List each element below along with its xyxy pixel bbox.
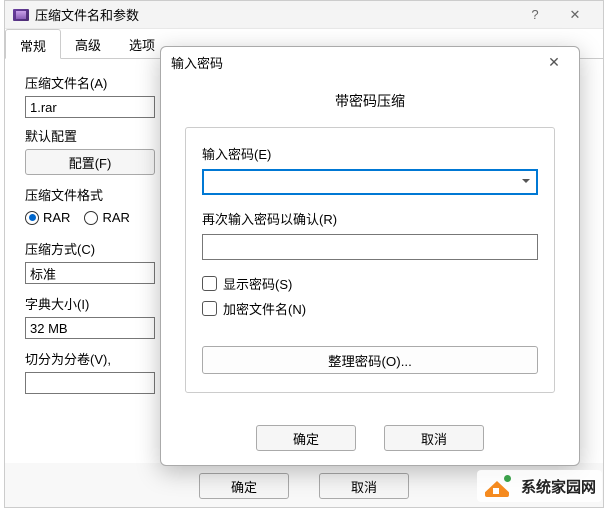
- dict-combo[interactable]: 32 MB: [25, 317, 155, 339]
- main-titlebar: 压缩文件名和参数 ? ✕: [5, 1, 603, 29]
- dict-value: 32 MB: [30, 321, 68, 336]
- pw-close-button[interactable]: ✕: [539, 54, 569, 71]
- organize-passwords-button[interactable]: 整理密码(O)...: [202, 346, 538, 374]
- pw-button-row: 确定 取消: [161, 413, 579, 465]
- main-close-button[interactable]: ✕: [555, 7, 595, 23]
- radio-icon: [25, 211, 39, 225]
- profile-button[interactable]: 配置(F): [25, 149, 155, 175]
- radio-icon: [84, 211, 98, 225]
- pw-body: 带密码压缩 输入密码(E) 再次输入密码以确认(R) 显示密码(S) 加密文件名…: [161, 77, 579, 413]
- pw-confirm-label: 再次输入密码以确认(R): [202, 209, 538, 228]
- format-rar-option[interactable]: RAR: [25, 210, 70, 225]
- main-ok-button[interactable]: 确定: [199, 473, 289, 499]
- pw-titlebar: 输入密码 ✕: [161, 47, 579, 77]
- format-rar4-option[interactable]: RAR: [84, 210, 129, 225]
- winrar-icon: [13, 9, 29, 21]
- watermark-text: 系统家园网: [521, 476, 596, 497]
- encrypt-names-label: 加密文件名(N): [223, 299, 306, 318]
- pw-cancel-button[interactable]: 取消: [384, 425, 484, 451]
- main-cancel-button[interactable]: 取消: [319, 473, 409, 499]
- tab-advanced[interactable]: 高级: [61, 29, 115, 58]
- show-password-checkbox[interactable]: 显示密码(S): [202, 274, 538, 293]
- pw-header: 带密码压缩: [185, 85, 555, 127]
- pw-enter-label: 输入密码(E): [202, 144, 538, 163]
- checkbox-icon: [202, 301, 217, 316]
- password-dialog: 输入密码 ✕ 带密码压缩 输入密码(E) 再次输入密码以确认(R) 显示密码(S…: [160, 46, 580, 466]
- watermark: 系统家园网: [477, 470, 602, 502]
- method-value: 标准: [30, 264, 56, 283]
- main-title: 压缩文件名和参数: [35, 5, 515, 24]
- show-password-label: 显示密码(S): [223, 274, 292, 293]
- tab-general[interactable]: 常规: [5, 29, 61, 59]
- split-input[interactable]: [25, 372, 155, 394]
- encrypt-names-checkbox[interactable]: 加密文件名(N): [202, 299, 538, 318]
- password-input[interactable]: [202, 169, 538, 195]
- pw-fieldset: 输入密码(E) 再次输入密码以确认(R) 显示密码(S) 加密文件名(N) 整理…: [185, 127, 555, 393]
- checkbox-icon: [202, 276, 217, 291]
- method-combo[interactable]: 标准: [25, 262, 155, 284]
- filename-input[interactable]: [25, 96, 155, 118]
- help-button[interactable]: ?: [515, 7, 555, 22]
- password-confirm-input[interactable]: [202, 234, 538, 260]
- format-rar-label: RAR: [43, 210, 70, 225]
- format-rar4-label: RAR: [102, 210, 129, 225]
- pw-dialog-title: 输入密码: [171, 53, 539, 72]
- pw-ok-button[interactable]: 确定: [256, 425, 356, 451]
- watermark-logo-icon: [483, 473, 513, 499]
